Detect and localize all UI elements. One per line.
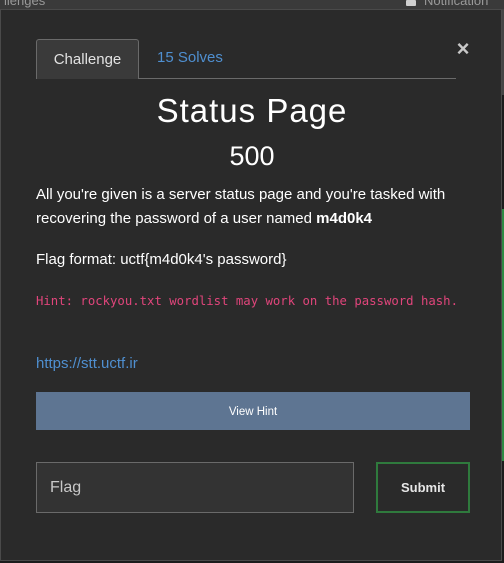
background-topbar: llenges Notification [0, 0, 504, 9]
challenge-description: All you're given is a server status page… [36, 183, 476, 231]
flag-input[interactable] [36, 462, 354, 513]
hint-text: Hint: rockyou.txt wordlist may work on t… [36, 294, 458, 308]
challenge-points: 500 [229, 141, 275, 171]
close-icon[interactable]: × [453, 37, 473, 61]
challenge-title: Status Page [156, 92, 348, 129]
tab-solves[interactable]: 15 Solves [157, 49, 223, 66]
challenge-modal: Challenge 15 Solves × Status Page 500 Al… [0, 9, 502, 561]
background-nav-notifications: Notification [424, 0, 489, 8]
submit-button[interactable]: Submit [376, 462, 470, 513]
notification-icon [406, 0, 416, 6]
tab-challenge[interactable]: Challenge [36, 39, 139, 79]
flag-format-text: Flag format: uctf{m4d0k4's password} [36, 251, 287, 268]
challenge-link[interactable]: https://stt.uctf.ir [36, 352, 138, 376]
background-nav-challenges: llenges [4, 0, 46, 8]
view-hint-button[interactable]: View Hint [36, 392, 470, 430]
description-text: All you're given is a server status page… [36, 186, 446, 227]
description-username: m4d0k4 [316, 210, 373, 227]
